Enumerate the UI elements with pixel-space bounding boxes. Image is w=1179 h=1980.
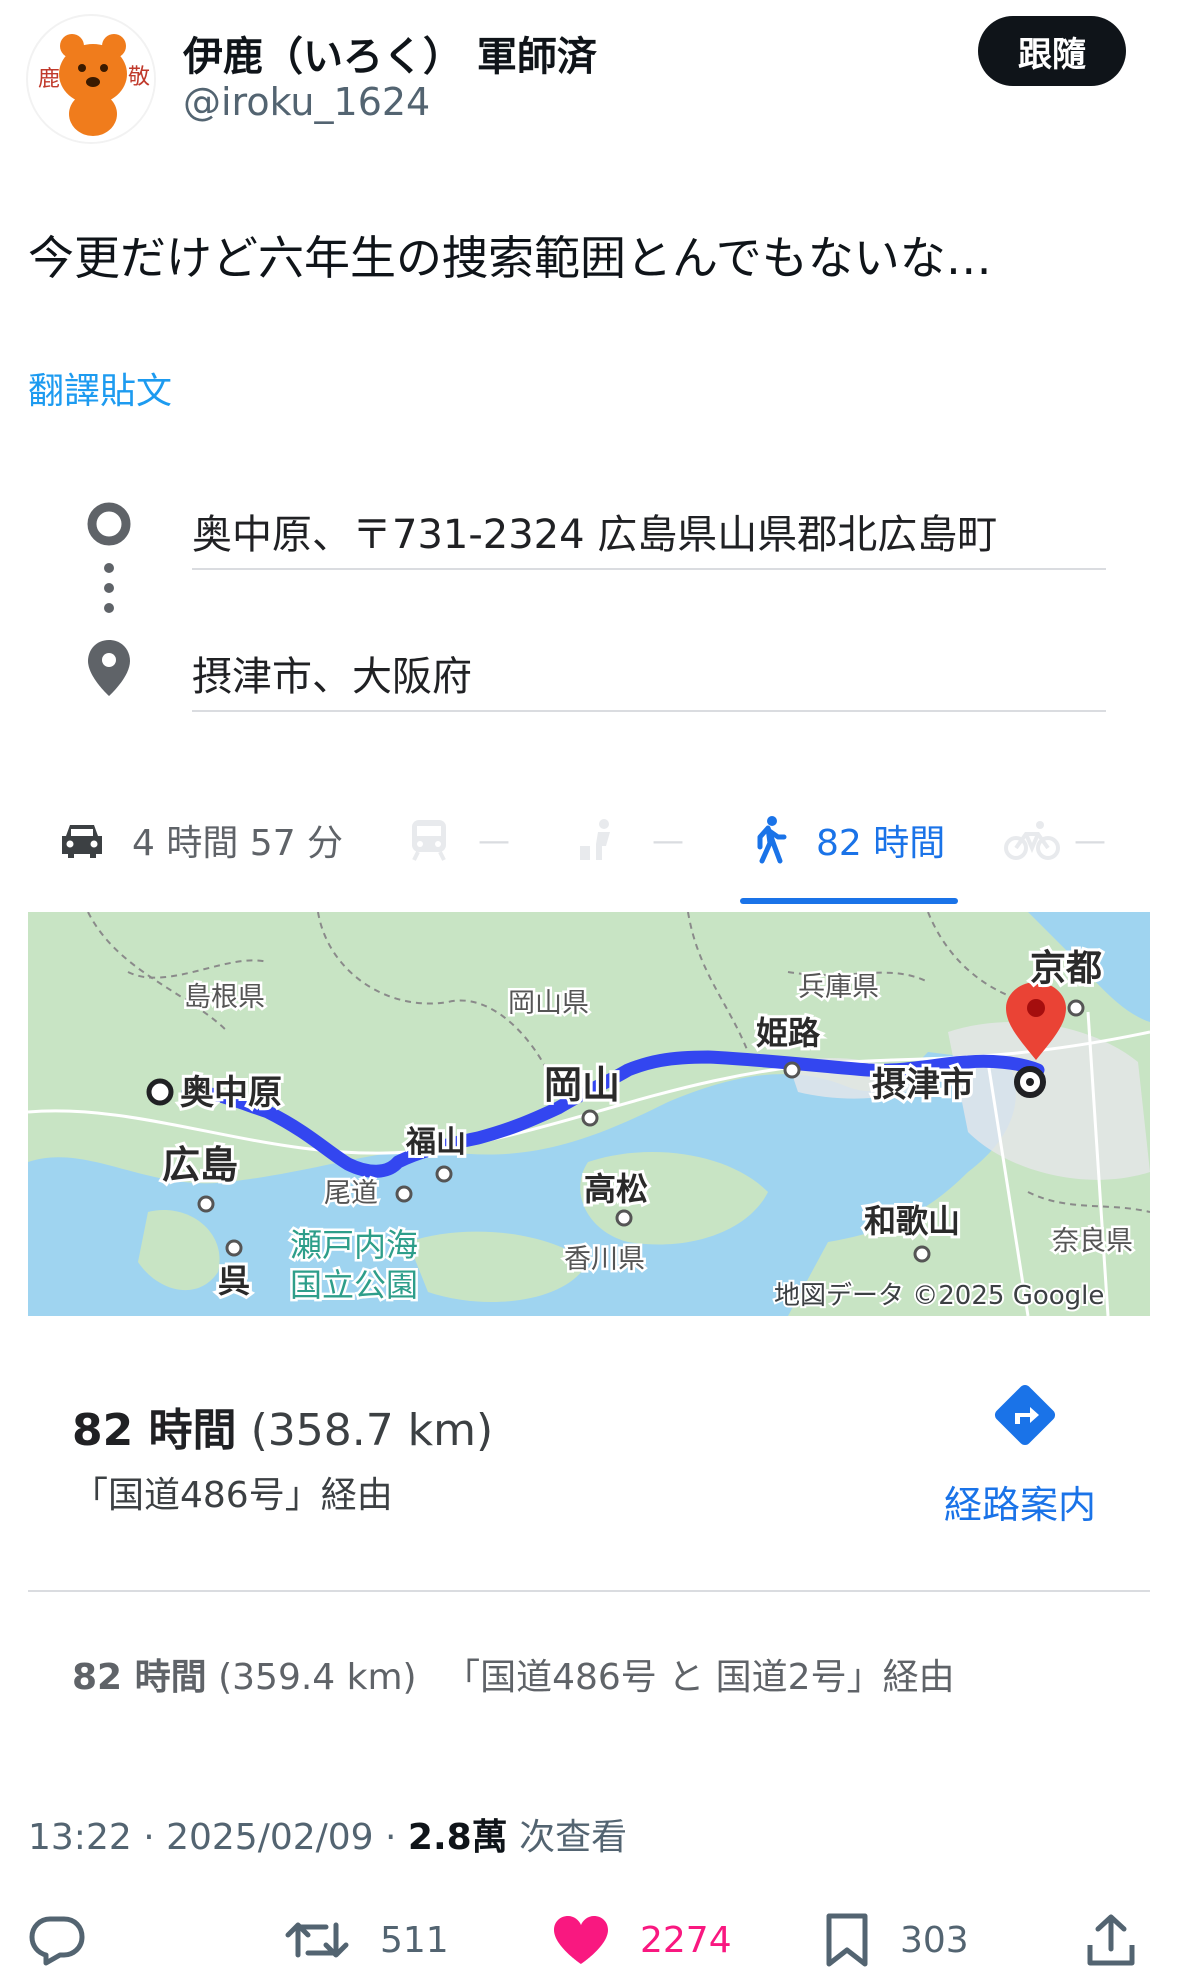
walking-icon [757, 816, 787, 864]
map-label-wakayama: 和歌山 [864, 1202, 960, 1240]
bookmark-count: 303 [900, 1919, 969, 1961]
share-icon [1087, 1914, 1135, 1966]
map-label-settsu: 摂津市 [872, 1065, 974, 1105]
walk-time: 82 時間 [816, 823, 946, 864]
heart-icon [554, 1916, 608, 1964]
car-icon [62, 825, 102, 858]
tab-walk[interactable]: 82 時間 [748, 790, 945, 890]
tab-transit[interactable]: — [408, 790, 510, 890]
map-label-kyoto: 京都 [1030, 947, 1102, 989]
view-count-label: 次查看 [507, 1817, 628, 1858]
translate-post-link[interactable]: 翻譯貼文 [28, 362, 172, 414]
active-tab-indicator [740, 898, 958, 904]
retweet-icon [285, 1922, 349, 1958]
tweet-actions: 511 2274 303 [0, 1900, 1179, 1980]
ride-hail-icon [580, 819, 610, 860]
bicycle-icon [1004, 821, 1060, 860]
svg-text:鹿: 鹿 [38, 67, 60, 92]
drive-time: 4 時間 57 分 [132, 823, 344, 864]
alternative-route[interactable]: 82 時間 (359.4 km) 「国道486号 と 国道2号」経由 [72, 1648, 955, 1700]
avatar[interactable]: 鹿 敬 [26, 14, 156, 144]
alt-route-distance: (359.4 km) [218, 1657, 417, 1698]
map-canvas: 島根県 岡山県 兵庫県 奈良県 香川県 尾道 京都 奥中原 岡山 姫路 摂津市 … [28, 912, 1150, 1316]
route-time: 82 時間 [72, 1405, 237, 1456]
directions-button-label[interactable]: 経路案内 [944, 1474, 1096, 1529]
map-label-setonaikai-2: 国立公園 [290, 1266, 418, 1304]
reply-icon [29, 1916, 85, 1966]
display-name[interactable]: 伊鹿（いろく） 軍師済 [183, 24, 597, 82]
map-label-onomichi: 尾道 [324, 1178, 378, 1209]
route-map[interactable]: 島根県 岡山県 兵庫県 奈良県 香川県 尾道 京都 奥中原 岡山 姫路 摂津市 … [28, 912, 1150, 1316]
tweet-text: 今更だけど六年生の捜索範囲とんでもないな… [28, 231, 992, 285]
origin-field[interactable]: 奥中原、〒731-2324 広島県山県郡北広島町 [192, 502, 997, 560]
svg-text:敬: 敬 [128, 65, 150, 90]
follow-button[interactable]: 跟隨 [978, 16, 1126, 86]
map-label-hiroshima: 広島 [162, 1143, 238, 1187]
map-label-nara: 奈良県 [1052, 1226, 1133, 1257]
bookmark-button[interactable]: 303 [824, 1900, 969, 1980]
destination-field[interactable]: 摂津市、大阪府 [192, 644, 472, 702]
ride-time: — [652, 821, 684, 859]
alt-route-via: 「国道486号 と 国道2号」経由 [444, 1657, 955, 1698]
retweet-count: 511 [380, 1919, 449, 1961]
tweet-header: 鹿 敬 伊鹿（いろく） 軍師済 @iroku_1624 跟隨 [0, 0, 1179, 150]
map-label-setonaikai-1: 瀬戸内海 [290, 1226, 418, 1264]
map-label-kagawa: 香川県 [564, 1244, 645, 1275]
origin-underline [192, 568, 1106, 570]
map-label-okunakahara: 奥中原 [180, 1073, 282, 1113]
bookmark-icon [826, 1913, 868, 1967]
map-label-takamatsu: 高松 [584, 1170, 648, 1208]
view-count: 2.8萬 [407, 1817, 508, 1858]
reply-button[interactable] [28, 1900, 86, 1980]
retweet-button[interactable]: 511 [284, 1900, 449, 1980]
map-label-okayama-pref: 岡山県 [508, 988, 589, 1019]
user-handle[interactable]: @iroku_1624 [183, 80, 430, 124]
map-label-fukuyama: 福山 [405, 1125, 466, 1160]
map-attribution: 地図データ ©2025 Google [774, 1281, 1104, 1311]
like-count: 2274 [640, 1919, 732, 1961]
alt-route-time: 82 時間 [72, 1657, 207, 1698]
tab-bike[interactable]: — [1004, 790, 1106, 890]
transit-time: — [478, 821, 510, 859]
directions-icon[interactable] [990, 1380, 1060, 1450]
tweet-timestamp[interactable]: 13:22 · 2025/02/09 · [28, 1817, 408, 1858]
map-label-shimane: 島根県 [184, 982, 265, 1013]
map-label-kure: 呉 [218, 1262, 250, 1300]
avatar-bear-icon: 鹿 敬 [29, 17, 154, 142]
route-distance: (358.7 km) [250, 1405, 494, 1456]
travel-mode-tabs: 4 時間 57 分 — — 82 時間 — [0, 790, 1179, 910]
route-divider [28, 1590, 1150, 1592]
map-label-himeji: 姫路 [756, 1014, 821, 1052]
train-icon [412, 820, 446, 861]
route-via: 「国道486号」経由 [72, 1475, 393, 1516]
bike-time: — [1074, 821, 1106, 859]
route-connector-icon [87, 502, 131, 696]
destination-underline [192, 710, 1106, 712]
route-summary: 82 時間 (358.7 km) [72, 1394, 493, 1458]
map-label-okayama: 岡山 [544, 1063, 620, 1107]
tab-ride[interactable]: — [576, 790, 684, 890]
share-button[interactable] [1086, 1900, 1136, 1980]
tweet-meta: 13:22 · 2025/02/09 · 2.8萬 次查看 [28, 1808, 627, 1860]
like-button[interactable]: 2274 [552, 1900, 732, 1980]
tab-drive[interactable]: 4 時間 57 分 [58, 790, 343, 890]
map-label-hyogo: 兵庫県 [798, 972, 879, 1003]
